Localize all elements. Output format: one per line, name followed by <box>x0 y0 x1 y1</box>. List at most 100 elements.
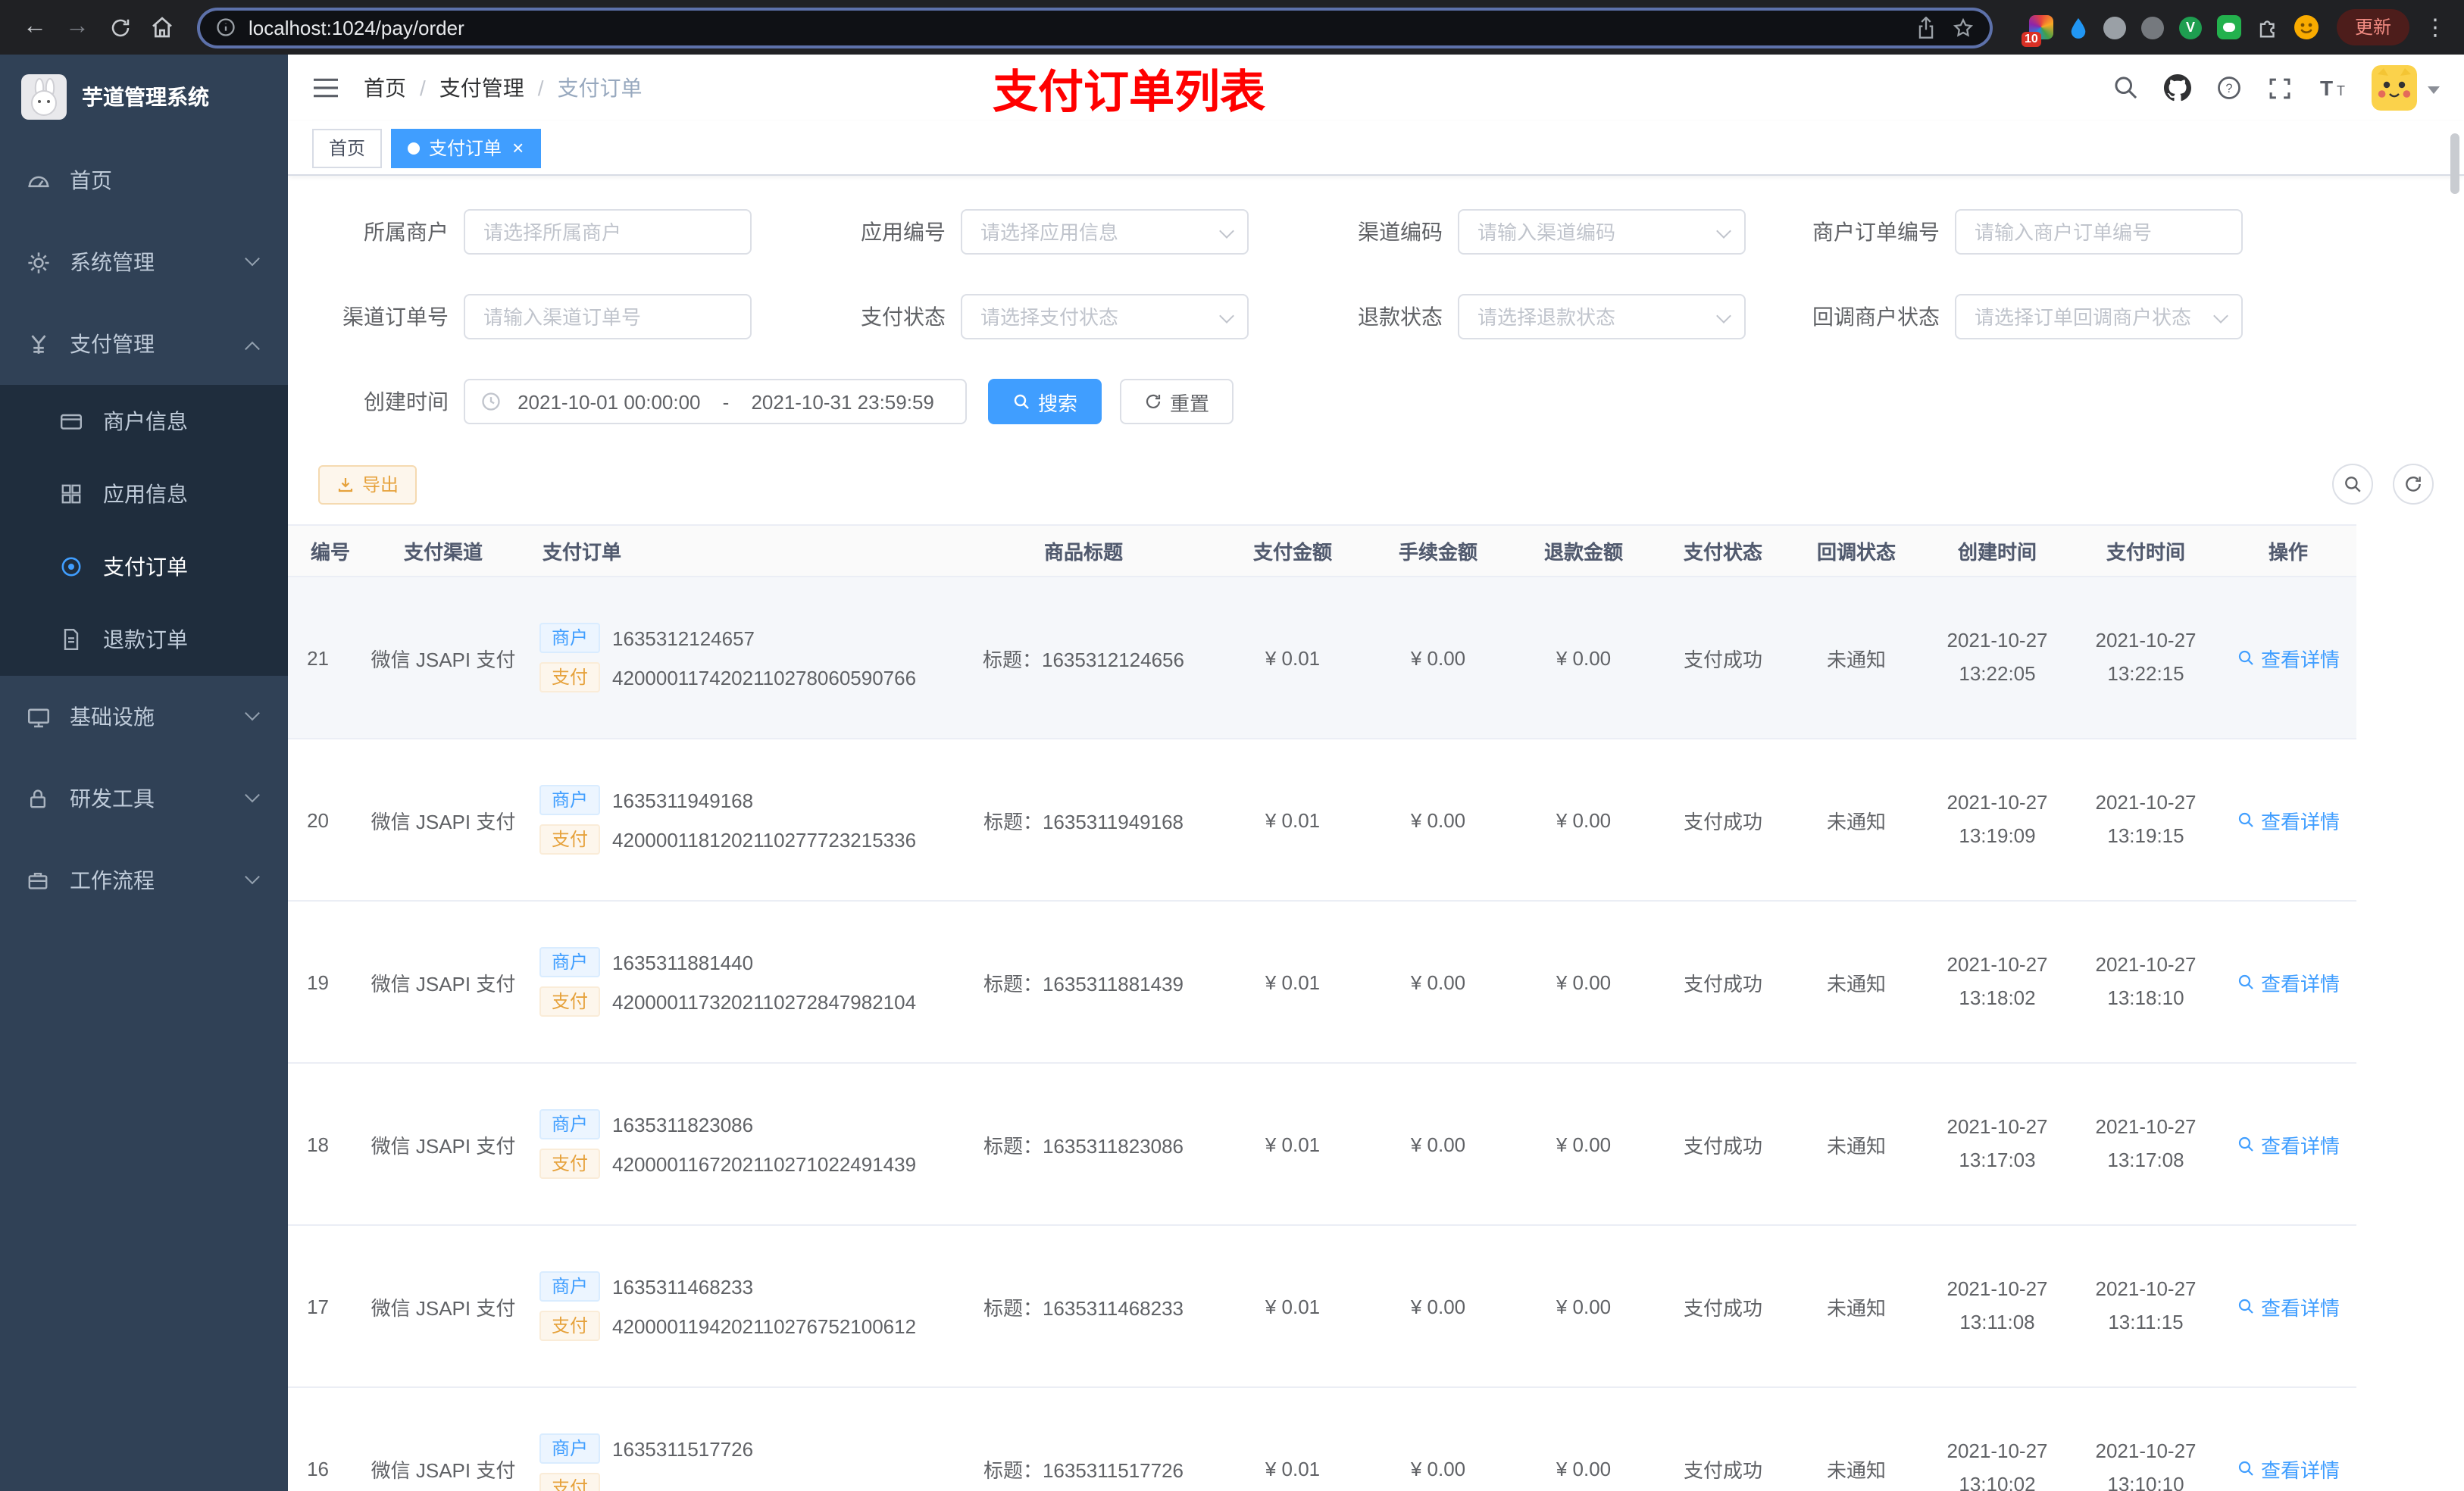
cell-create-time: 2021-10-27 13:17:03 <box>1923 1063 2072 1226</box>
extensions-puzzle-icon[interactable] <box>2256 16 2279 39</box>
share-icon[interactable] <box>1915 16 1937 39</box>
sidebar-item-merchant-info[interactable]: 商户信息 <box>0 385 288 458</box>
cell-fee: ¥ 0.00 <box>1365 1225 1511 1388</box>
extension-chat-icon[interactable] <box>2216 15 2241 39</box>
extension-gray2-icon[interactable] <box>2140 16 2164 39</box>
yen-icon <box>24 331 52 357</box>
back-icon[interactable] <box>15 8 55 47</box>
merchant-tag: 商户 <box>539 1271 601 1302</box>
site-info-icon[interactable] <box>215 17 236 38</box>
view-detail-link[interactable]: 查看详情 <box>2237 1292 2340 1321</box>
user-avatar[interactable] <box>2372 65 2417 111</box>
page-scrollbar[interactable] <box>2450 133 2459 194</box>
home-icon[interactable] <box>142 8 182 47</box>
browser-menu-icon[interactable] <box>2422 14 2449 41</box>
tab-home[interactable]: 首页 <box>312 128 383 167</box>
target-icon <box>58 555 85 579</box>
cell-pay-time: 2021-10-27 13:11:15 <box>2072 1225 2220 1388</box>
extension-gray-icon[interactable] <box>2103 16 2126 39</box>
chevron-down-icon <box>245 250 260 266</box>
url-bar[interactable]: localhost:1024/pay/order <box>197 7 1993 48</box>
filter-refund-status: 退款状态 <box>1312 294 1746 339</box>
fullscreen-icon[interactable] <box>2267 75 2293 101</box>
cell-fee: ¥ 0.00 <box>1365 739 1511 902</box>
sidebar-item-workflow[interactable]: 工作流程 <box>0 839 288 921</box>
cell-amount: ¥ 0.01 <box>1220 901 1365 1064</box>
pay-tag: 支付 <box>539 1311 601 1341</box>
export-button[interactable]: 导出 <box>318 464 417 504</box>
cell-pay-time: 2021-10-27 13:10:10 <box>2072 1387 2220 1491</box>
sidebar-item-home[interactable]: 首页 <box>0 139 288 221</box>
view-detail-link[interactable]: 查看详情 <box>2237 967 2340 996</box>
notify-status-select[interactable] <box>1955 294 2243 339</box>
channel-order-no-input[interactable] <box>464 294 752 339</box>
extension-green-icon[interactable] <box>2178 16 2202 39</box>
cell-action: 查看详情 <box>2220 577 2356 739</box>
close-icon[interactable] <box>512 138 524 158</box>
sidebar-item-devtools[interactable]: 研发工具 <box>0 758 288 839</box>
pay-status-select[interactable] <box>961 294 1249 339</box>
bookmark-star-icon[interactable] <box>1952 16 1975 39</box>
cell-title: 标题：1635311949168 <box>947 739 1220 902</box>
filter-label: 应用编号 <box>861 220 946 244</box>
cell-refund: ¥ 0.00 <box>1511 739 1656 902</box>
cell-amount: ¥ 0.01 <box>1220 1063 1365 1226</box>
extension-drop-icon[interactable] <box>2068 16 2088 39</box>
cell-action: 查看详情 <box>2220 901 2356 1064</box>
cell-title: 标题：1635311823086 <box>947 1063 1220 1226</box>
view-detail-link[interactable]: 查看详情 <box>2237 1130 2340 1158</box>
clock-icon <box>480 391 502 412</box>
search-button[interactable]: 搜索 <box>988 379 1102 424</box>
cell-fee: ¥ 0.00 <box>1365 1387 1511 1491</box>
merchant-order-no-input[interactable] <box>1955 209 2243 255</box>
sidebar-toggle-icon[interactable] <box>312 76 339 100</box>
breadcrumb-payment[interactable]: 支付管理 <box>439 73 524 103</box>
cell-status: 支付成功 <box>1656 1225 1790 1388</box>
profile-avatar-icon[interactable] <box>2294 15 2319 39</box>
toggle-search-button[interactable] <box>2332 464 2373 505</box>
date-range-picker[interactable]: 2021-10-01 00:00:00 - 2021-10-31 23:59:5… <box>464 379 967 424</box>
sidebar-item-pay-order[interactable]: 支付订单 <box>0 530 288 603</box>
refresh-button[interactable] <box>2393 464 2434 505</box>
cell-action: 查看详情 <box>2220 1225 2356 1388</box>
refund-status-select[interactable] <box>1458 294 1746 339</box>
tags-view-bar: 首页 支付订单 <box>288 121 2464 176</box>
sidebar-item-system[interactable]: 系统管理 <box>0 221 288 303</box>
chrome-update-button[interactable]: 更新 <box>2336 9 2409 45</box>
reload-icon[interactable] <box>100 8 139 47</box>
reset-button[interactable]: 重置 <box>1120 379 1234 424</box>
cell-status: 支付成功 <box>1656 1063 1790 1226</box>
column-header-fee: 手续金额 <box>1365 524 1511 577</box>
column-header-status: 支付状态 <box>1656 524 1790 577</box>
cell-action: 查看详情 <box>2220 1387 2356 1491</box>
chevron-down-icon <box>245 705 260 720</box>
sidebar: 芋道管理系统 首页 系统管理 支付管理 商户信息 应用信息 支付订单 退款订单 … <box>0 55 288 1491</box>
sidebar-item-app-info[interactable]: 应用信息 <box>0 458 288 530</box>
view-detail-link[interactable]: 查看详情 <box>2237 805 2340 834</box>
view-detail-link[interactable]: 查看详情 <box>2237 1454 2340 1483</box>
app-no-select[interactable] <box>961 209 1249 255</box>
cell-order: 商户 1635311468233 支付 42000011942021102767… <box>530 1225 947 1388</box>
sidebar-item-refund-order[interactable]: 退款订单 <box>0 603 288 676</box>
tab-pay-order[interactable]: 支付订单 <box>391 128 541 167</box>
font-size-icon[interactable]: TT <box>2317 74 2347 102</box>
sidebar-item-payment[interactable]: 支付管理 <box>0 303 288 385</box>
github-icon[interactable] <box>2164 74 2191 102</box>
extension-palette-icon[interactable]: 10 <box>2021 15 2053 47</box>
view-detail-link[interactable]: 查看详情 <box>2237 643 2340 672</box>
channel-code-select[interactable] <box>1458 209 1746 255</box>
merchant-order-no: 1635311517726 <box>612 1437 754 1460</box>
cell-refund: ¥ 0.00 <box>1511 1387 1656 1491</box>
cell-order: 商户 1635311881440 支付 42000011732021102728… <box>530 901 947 1064</box>
cell-channel: 微信 JSAPI 支付 <box>356 1063 530 1226</box>
caret-down-icon[interactable] <box>2428 86 2440 94</box>
merchant-order-no: 1635311468233 <box>612 1275 754 1298</box>
sidebar-item-infrastructure[interactable]: 基础设施 <box>0 676 288 758</box>
search-icon[interactable] <box>2112 74 2140 102</box>
forward-icon[interactable] <box>58 8 97 47</box>
cell-channel: 微信 JSAPI 支付 <box>356 739 530 902</box>
merchant-select-input[interactable] <box>464 209 752 255</box>
help-icon[interactable]: ? <box>2215 74 2243 102</box>
pay-tag: 支付 <box>539 1149 601 1179</box>
breadcrumb-home[interactable]: 首页 <box>364 73 406 103</box>
